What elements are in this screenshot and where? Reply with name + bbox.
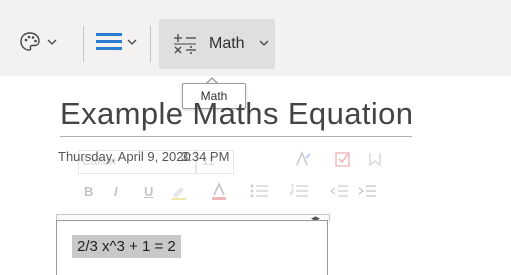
decrease-indent-icon[interactable] [330,184,348,198]
resize-handle-icon[interactable]: ◂▸ [311,213,320,224]
font-color-icon[interactable] [210,182,228,200]
math-button-label: Math [209,35,245,52]
numbered-list-icon[interactable] [290,184,308,198]
styles-button[interactable] [18,30,58,54]
tag-icon[interactable] [366,150,384,168]
increase-indent-icon[interactable] [358,184,376,198]
style-format-icon[interactable] [294,150,312,168]
toolbar-separator [83,26,84,62]
note-container-left [56,220,57,275]
chevron-down-icon [47,39,57,45]
page-title[interactable]: Example Maths Equation [60,96,413,132]
title-underline [60,136,412,137]
page-time: 3:34 PM [181,149,230,164]
page-date: Thursday, April 9, 2020 [58,149,191,164]
ribbon-toolbar: Math [0,0,511,76]
palette-icon [20,32,40,51]
highlight-button[interactable] [96,31,138,53]
mini-underline-button[interactable]: U [144,184,153,199]
paragraph-lines-icon [96,33,122,50]
mini-bold-button[interactable]: B [84,184,93,199]
bullet-list-icon[interactable] [250,184,268,198]
chevron-down-icon [127,39,137,45]
note-container-top [56,220,328,221]
highlighter-icon[interactable] [170,182,188,200]
checkbox-tag-icon[interactable] [334,150,352,168]
note-container-right [327,220,328,275]
equation-text[interactable]: 2/3 x^3 + 1 = 2 [72,235,181,258]
mini-italic-button[interactable]: I [114,184,118,199]
toolbar-separator [150,26,151,62]
chevron-down-icon [259,40,269,46]
math-button[interactable]: Math [159,19,275,69]
math-operators-icon [174,34,196,54]
